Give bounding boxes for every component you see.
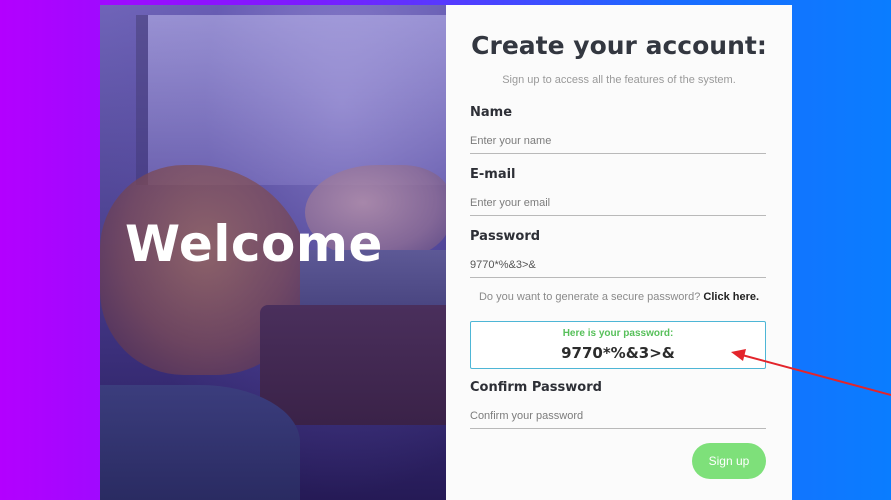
hero-jeans-shape xyxy=(100,385,300,500)
signup-form: Create your account: Sign up to access a… xyxy=(446,5,792,500)
form-title: Create your account: xyxy=(471,31,767,60)
password-input[interactable] xyxy=(470,253,766,278)
generated-password-value: 9770*%&3>& xyxy=(561,344,675,362)
confirm-password-label: Confirm Password xyxy=(470,380,602,395)
confirm-password-input[interactable] xyxy=(470,404,766,429)
welcome-heading: Welcome xyxy=(125,215,383,273)
signup-button[interactable]: Sign up xyxy=(692,443,766,479)
generate-password-prompt: Do you want to generate a secure passwor… xyxy=(478,291,701,303)
hero-window-shape xyxy=(136,15,458,185)
hero-image: Welcome xyxy=(100,5,458,500)
form-subtitle: Sign up to access all the features of th… xyxy=(502,74,736,86)
hero-desk-shape xyxy=(260,305,446,425)
email-label: E-mail xyxy=(470,167,516,182)
generate-password-row: Do you want to generate a secure passwor… xyxy=(446,291,792,303)
name-input[interactable] xyxy=(470,129,766,154)
generated-password-box: Here is your password: 9770*%&3>& xyxy=(470,321,766,369)
name-label: Name xyxy=(470,105,513,120)
password-label: Password xyxy=(470,229,541,244)
generate-password-link[interactable]: Click here. xyxy=(703,291,759,303)
signup-card: Welcome Create your account: Sign up to … xyxy=(100,5,792,500)
email-input[interactable] xyxy=(470,191,766,216)
generated-password-label: Here is your password: xyxy=(562,328,674,339)
